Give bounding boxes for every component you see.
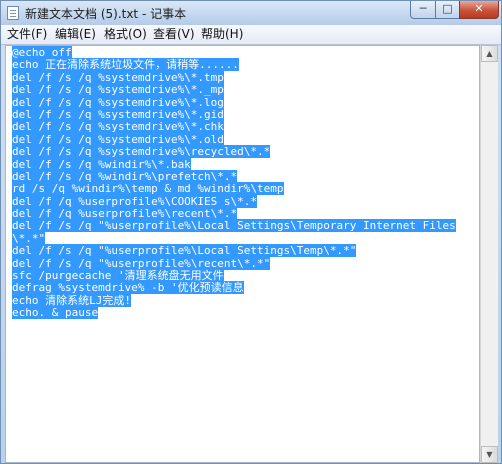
selected-text: \*.*": [12, 231, 46, 245]
editor-lines: @echo off echo 正在清除系统垃圾文件，请稍等...... del /f…: [12, 46, 456, 320]
scroll-down-button[interactable]: ▼: [481, 446, 498, 463]
editor-line: del /f /s /q "%userprofile%\Local Settin…: [12, 219, 456, 233]
selected-text: echo. & pause: [12, 306, 99, 320]
selected-text: del /f /s /q %windir%\*.bak: [12, 157, 191, 171]
editor-line: del /f /s /q "%userprofile%\Local Settin…: [12, 244, 456, 258]
selected-text: rd /s /q %windir%\temp & md %windir%\tem…: [12, 182, 284, 196]
notepad-window: 新建文本文档 (5).txt - 记事本 ─ □ ✕ 文件(F) 编辑(E) 格…: [0, 0, 502, 464]
selected-text: defrag %systemdrive% -b '优化预读信息: [12, 281, 244, 295]
selected-text: del /f /s /q %systemdrive%\*.old: [12, 132, 224, 146]
selected-text: del /f /s /q "%userprofile%\recent\*.*": [12, 256, 271, 270]
menu-edit[interactable]: 编辑(E): [55, 27, 96, 42]
selected-text: echo 正在清除系统垃圾文件，请稍等......: [12, 58, 239, 72]
scroll-up-button[interactable]: ▲: [481, 45, 498, 62]
menu-help[interactable]: 帮助(H): [201, 27, 243, 42]
selected-text: del /f /s /q %systemdrive%\*.tmp: [12, 70, 224, 84]
menu-bar: 文件(F) 编辑(E) 格式(O) 查看(V) 帮助(H): [1, 25, 501, 45]
editor-line: del /f /s /q %systemdrive%\*.chk: [12, 120, 456, 134]
vertical-scrollbar[interactable]: ▲ ▼: [480, 45, 498, 463]
menu-view[interactable]: 查看(V): [153, 27, 195, 42]
selected-text: del /f /s /q %windir%\prefetch\*.*: [12, 169, 238, 183]
selected-text: del /f /q %userprofile%\recent\*.*: [12, 207, 238, 221]
menu-format[interactable]: 格式(O): [104, 27, 147, 42]
selected-text: del /f /q %userprofile%\COOKIES s\*.*: [12, 194, 258, 208]
editor-line: del /f /s /q %systemdrive%\*._mp: [12, 83, 456, 97]
minimize-button[interactable]: ─: [410, 1, 436, 19]
selected-text: echo 清除系统LJ完成!: [12, 293, 131, 307]
menu-file[interactable]: 文件(F): [7, 27, 47, 42]
selected-text: del /f /s /q "%userprofile%\Local Settin…: [12, 219, 456, 233]
selected-text: del /f /s /q %systemdrive%\recycled\*.*: [12, 145, 271, 159]
selected-text: del /f /s /q "%userprofile%\Local Settin…: [12, 244, 357, 258]
editor-line: defrag %systemdrive% -b '优化预读信息: [12, 281, 456, 295]
selected-text: del /f /s /q %systemdrive%\*.log: [12, 95, 224, 109]
selected-text: del /f /s /q %systemdrive%\*._mp: [12, 83, 224, 97]
editor-line: del /f /s /q %systemdrive%\recycled\*.*: [12, 145, 456, 159]
editor-line: echo. & pause: [12, 306, 456, 320]
notepad-icon: [7, 6, 19, 20]
selected-text: del /f /s /q %systemdrive%\*.gid: [12, 107, 224, 121]
text-editor[interactable]: @echo off echo 正在清除系统垃圾文件，请稍等...... del /f…: [5, 45, 480, 463]
editor-line: echo 正在清除系统垃圾文件，请稍等......: [12, 58, 456, 72]
selected-text: del /f /s /q %systemdrive%\*.chk: [12, 120, 224, 134]
maximize-button[interactable]: □: [435, 1, 460, 19]
close-button[interactable]: ✕: [459, 1, 499, 19]
window-title: 新建文本文档 (5).txt - 记事本: [25, 7, 187, 21]
editor-line: rd /s /q %windir%\temp & md %windir%\tem…: [12, 182, 456, 196]
